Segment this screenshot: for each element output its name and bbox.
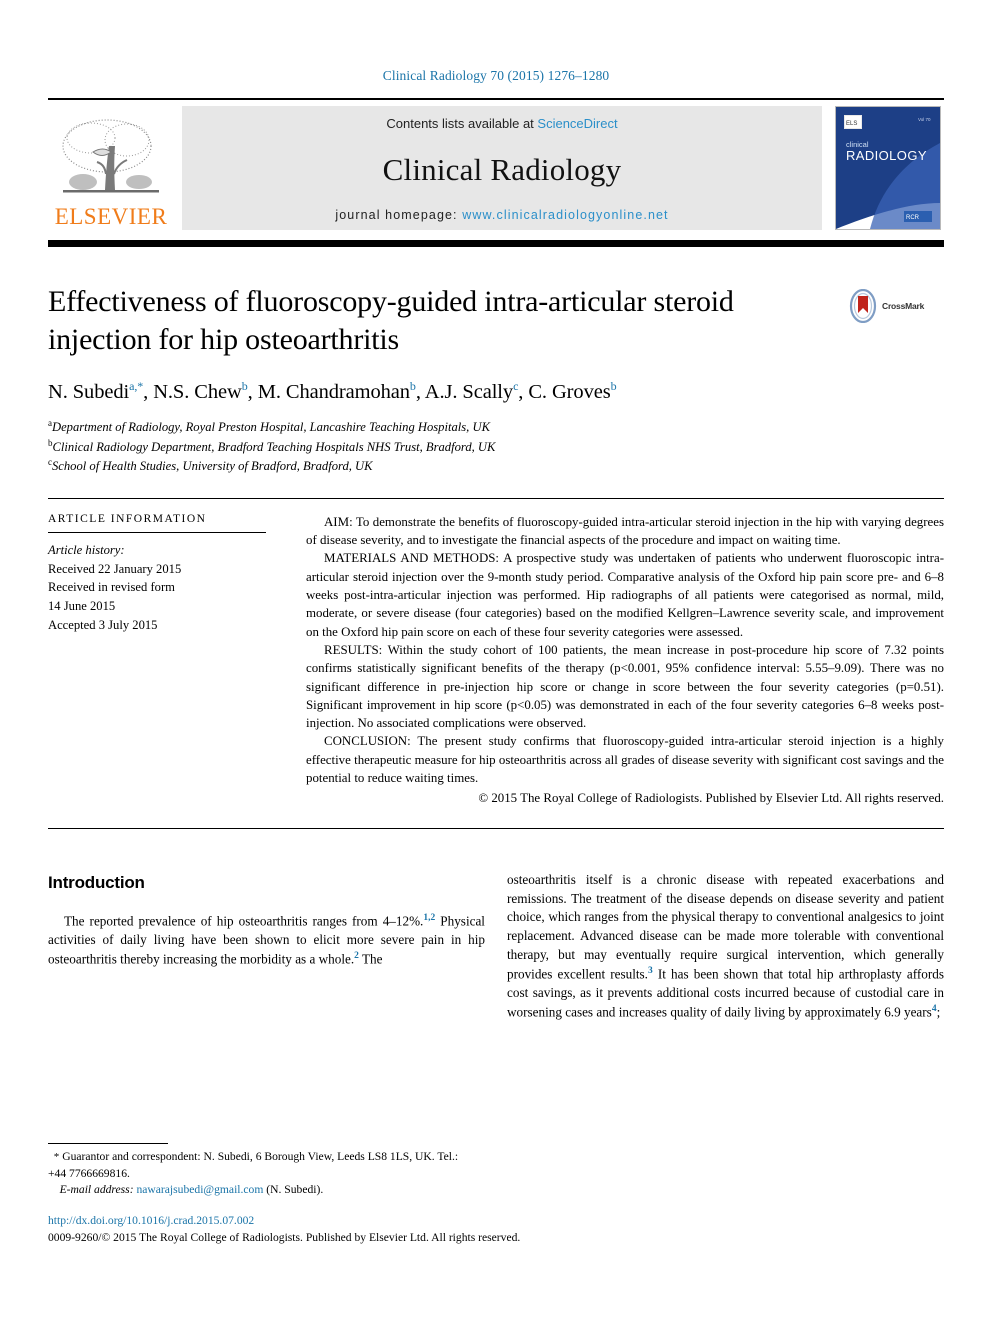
abstract-paragraph-methods: MATERIALS AND METHODS: A prospective stu…	[306, 549, 944, 641]
abstract-bottom-rule	[48, 827, 944, 829]
email-suffix: (N. Subedi).	[263, 1183, 324, 1197]
author-marks-2: b	[409, 379, 416, 394]
article-history-line: Received 22 January 2015	[48, 561, 182, 576]
article-history-line: Received in revised form	[48, 580, 175, 595]
correspondence-line: * Guarantor and correspondent: N. Subedi…	[48, 1149, 478, 1182]
abstract-copyright: © 2015 The Royal College of Radiologists…	[478, 791, 944, 806]
body-columns: Introduction The reported prevalence of …	[48, 871, 944, 1023]
running-head: Clinical Radiology 70 (2015) 1276–1280	[382, 68, 610, 83]
journal-homepage-line: journal homepage: www.clinicalradiologyo…	[335, 208, 668, 222]
abstract-label-methods: MATERIALS AND METHODS:	[324, 551, 500, 566]
intro-paragraph-right: osteoarthritis itself is a chronic disea…	[507, 871, 944, 1023]
author-marks-3: c	[513, 379, 519, 394]
abstract-paragraph-aim: AIM: To demonstrate the benefits of fluo…	[306, 513, 944, 550]
author-name-1: N.S. Chew	[153, 381, 242, 404]
doi-link[interactable]: http://dx.doi.org/10.1016/j.crad.2015.07…	[48, 1213, 520, 1230]
affiliation-item: bClinical Radiology Department, Bradford…	[48, 437, 944, 457]
affiliation-item: aDepartment of Radiology, Royal Preston …	[48, 417, 944, 437]
affiliation-text-1: Clinical Radiology Department, Bradford …	[52, 439, 496, 454]
abstract-label-conclusion: CONCLUSION:	[324, 734, 411, 749]
elsevier-tree-icon	[57, 116, 165, 204]
article-information-rule	[48, 531, 266, 533]
svg-text:RCR: RCR	[906, 215, 920, 221]
elsevier-logo: ELSEVIER	[48, 106, 174, 230]
article-history-label: Article history:	[48, 542, 125, 557]
crossmark-icon	[849, 289, 877, 323]
author-name-0: N. Subedi	[48, 381, 130, 404]
abstract-body-results: Within the study cohort of 100 patients,…	[306, 642, 944, 731]
page-title: Effectiveness of fluoroscopy-guided intr…	[48, 285, 734, 357]
author-name-4: C. Groves	[528, 381, 611, 404]
issn-copyright-line: 0009-9260/© 2015 The Royal College of Ra…	[48, 1230, 521, 1244]
footer-doi-block: http://dx.doi.org/10.1016/j.crad.2015.07…	[48, 1213, 520, 1247]
journal-cover-thumbnail: ELS Vol 70 clinical RADIOLOGY RCR	[832, 106, 944, 230]
article-history-line: Accepted 3 July 2015	[48, 618, 158, 633]
abstract-paragraph-conclusion: CONCLUSION: The present study confirms t…	[306, 732, 944, 787]
affiliation-list: aDepartment of Radiology, Royal Preston …	[48, 417, 944, 476]
email-label: E-mail address:	[59, 1183, 134, 1197]
abstract-section: Article information Article history: Rec…	[48, 499, 944, 808]
author-marks-0: a,*	[129, 379, 144, 394]
masthead-center-panel: Contents lists available at ScienceDirec…	[182, 106, 822, 230]
correspondence-footnote: * Guarantor and correspondent: N. Subedi…	[48, 1143, 478, 1199]
journal-masthead: ELSEVIER Contents lists available at Sci…	[48, 98, 944, 230]
abstract-paragraph-results: RESULTS: Within the study cohort of 100 …	[306, 641, 944, 733]
body-column-right: osteoarthritis itself is a chronic disea…	[507, 871, 944, 1023]
article-history-line: 14 June 2015	[48, 599, 116, 614]
affiliation-item: cSchool of Health Studies, University of…	[48, 456, 944, 476]
reference-marker[interactable]: 1,2	[423, 913, 435, 923]
body-column-left: Introduction The reported prevalence of …	[48, 871, 485, 1023]
article-information-heading: Article information	[48, 512, 207, 525]
intro-text-part3: The	[358, 951, 383, 967]
intro-text-part1: The reported prevalence of hip osteoarth…	[64, 913, 424, 929]
abstract-label-aim: AIM:	[324, 514, 353, 529]
masthead-thick-rule	[48, 240, 944, 247]
intro-right-part1: osteoarthritis itself is a chronic disea…	[507, 871, 944, 982]
email-link[interactable]: nawarajsubedi@gmail.com	[136, 1183, 263, 1196]
contents-prefix-text: Contents lists available at	[386, 116, 538, 131]
correspondence-text: Guarantor and correspondent: N. Subedi, …	[48, 1150, 459, 1180]
article-title-block: Effectiveness of fluoroscopy-guided intr…	[48, 283, 944, 476]
sciencedirect-link[interactable]: ScienceDirect	[537, 116, 617, 131]
crossmark-badge[interactable]: CrossMark	[848, 283, 944, 329]
journal-article-page: Clinical Radiology 70 (2015) 1276–1280 E…	[0, 0, 992, 1323]
contents-available-line: Contents lists available at ScienceDirec…	[386, 116, 617, 131]
email-line: E-mail address: nawarajsubedi@gmail.com …	[48, 1182, 478, 1198]
svg-text:RADIOLOGY: RADIOLOGY	[846, 148, 927, 163]
article-information-panel: Article information Article history: Rec…	[48, 513, 306, 808]
author-marks-1: b	[241, 379, 248, 394]
footnote-rule	[48, 1143, 168, 1144]
intro-right-part3: ;	[936, 1004, 941, 1020]
elsevier-wordmark: ELSEVIER	[54, 204, 168, 229]
crossmark-label: CrossMark	[882, 301, 925, 311]
abstract-text: AIM: To demonstrate the benefits of fluo…	[306, 513, 944, 808]
affiliation-text-0: Department of Radiology, Royal Preston H…	[52, 420, 490, 435]
abstract-body-aim: To demonstrate the benefits of fluorosco…	[306, 514, 944, 548]
author-name-2: M. Chandramohan	[257, 381, 410, 404]
section-heading-introduction: Introduction	[48, 872, 145, 892]
svg-text:Vol 70: Vol 70	[918, 117, 931, 122]
author-name-3: A.J. Scally	[424, 381, 514, 404]
svg-text:ELS: ELS	[846, 121, 857, 127]
homepage-prefix-text: journal homepage:	[335, 208, 463, 222]
affiliation-text-2: School of Health Studies, University of …	[52, 459, 373, 474]
journal-homepage-link[interactable]: www.clinicalradiologyonline.net	[462, 208, 668, 222]
author-marks-4: b	[610, 379, 617, 394]
author-list: N. Subedia,*, N.S. Chewb, M. Chandramoha…	[48, 379, 617, 404]
abstract-label-results: RESULTS:	[324, 642, 383, 657]
intro-paragraph-left: The reported prevalence of hip osteoarth…	[48, 912, 485, 969]
journal-title: Clinical Radiology	[382, 151, 622, 187]
